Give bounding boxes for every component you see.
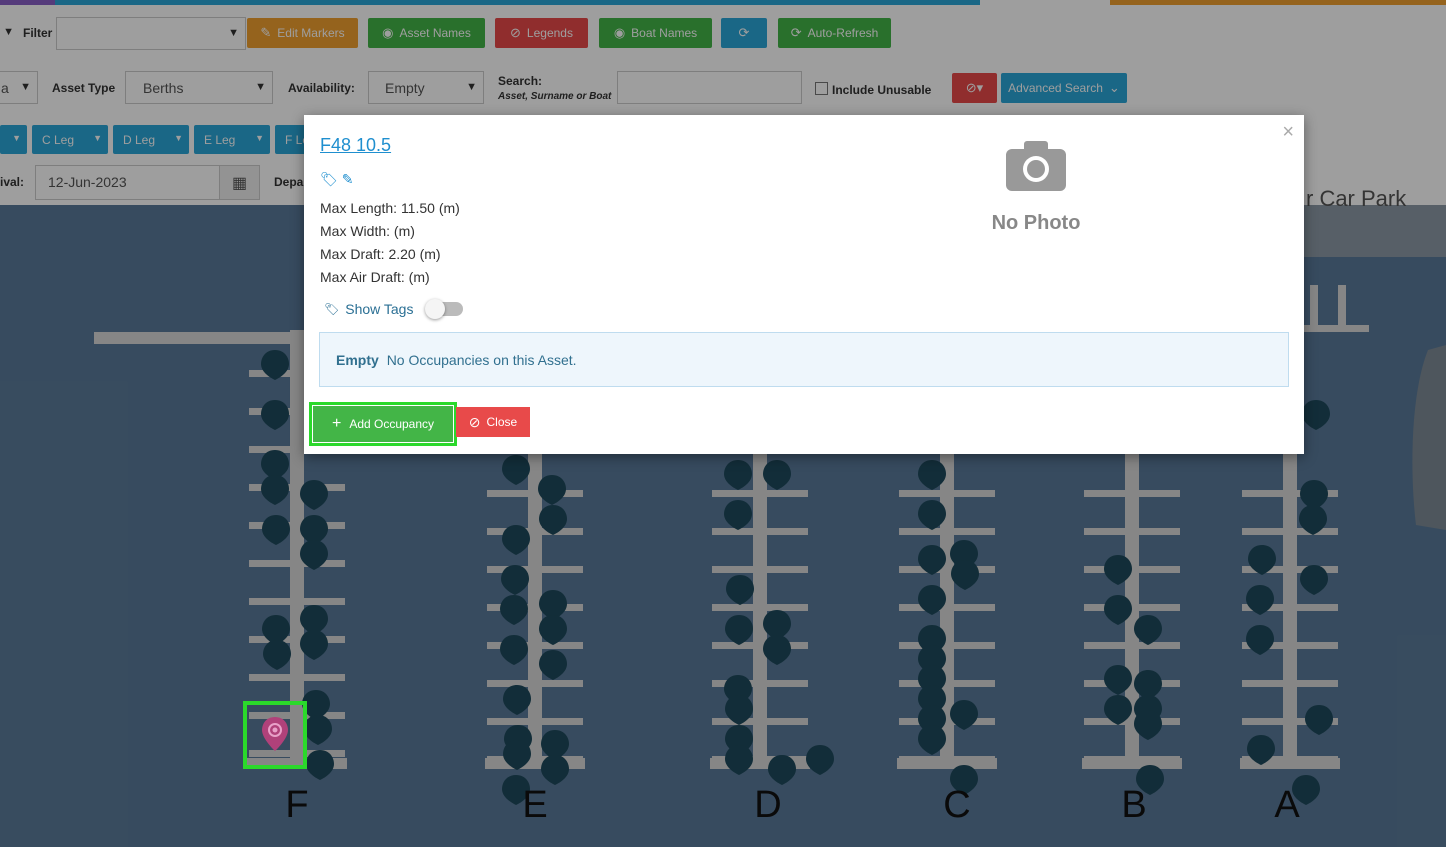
selected-berth-highlight[interactable] [243,701,307,769]
asset-title-link[interactable]: F48 10.5 [320,135,391,156]
edit-icon[interactable]: ✎ [342,171,354,188]
selected-marker-icon [262,717,288,751]
asset-detail-modal: × F48 10.5 🏷 ✎ Max Length: 11.50 (m) Max… [304,115,1304,454]
max-draft: Max Draft: 2.20 (m) [320,246,441,262]
tag-icon[interactable]: 🏷 [320,171,338,188]
tag-icon: 🏷 [324,302,340,316]
show-tags-toggle[interactable] [425,299,464,319]
notice-status: Empty [336,352,379,368]
notice-text: No Occupancies on this Asset. [386,352,577,368]
modal-close-icon[interactable]: × [1282,121,1294,144]
show-tags-row: 🏷 Show Tags [324,299,464,319]
max-width: Max Width: (m) [320,223,415,239]
plus-icon: + [331,415,342,432]
add-occupancy-button[interactable]: + Add Occupancy [309,402,457,446]
asset-action-icons: 🏷 ✎ [320,171,354,188]
ban-icon: ⊘ [468,413,481,430]
no-photo-text: No Photo [991,212,1081,234]
show-tags-label: Show Tags [345,301,414,317]
max-length: Max Length: 11.50 (m) [320,200,460,216]
occupancy-notice: Empty No Occupancies on this Asset. [319,332,1289,387]
no-photo-placeholder: No Photo [984,137,1088,235]
max-air-draft: Max Air Draft: (m) [320,269,430,285]
close-button[interactable]: ⊘ Close [456,407,530,437]
camera-icon [1006,141,1066,191]
